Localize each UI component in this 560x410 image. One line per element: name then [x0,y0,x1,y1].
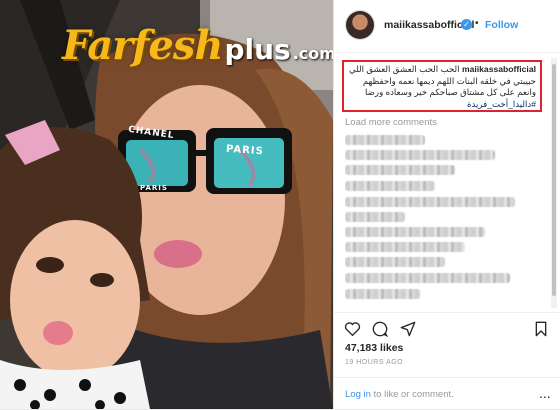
blurred-comments [345,131,539,311]
post-timestamp: 19 HOURS AGO [345,359,404,366]
login-prompt-text: to like or comment. [370,389,454,400]
login-link[interactable]: Log in [345,389,371,400]
watermark-part-3: .com [292,44,333,63]
post-side-panel: maiikassabofficial ✓ • Follow maiikassab… [333,0,560,409]
avatar[interactable] [346,11,374,39]
lens-text-small: PARIS [140,184,168,192]
share-icon[interactable] [400,321,416,337]
verified-badge-icon: ✓ [461,19,472,30]
likes-count[interactable]: 47,183 likes [345,342,403,354]
caption-emoji: ❤□□□□ [508,110,536,112]
watermark-part-1: Farfesh [62,22,223,69]
heart-icon[interactable] [344,321,361,336]
post-photo[interactable]: CHANEL PARIS PARIS Farfeshplus .com [0,0,333,409]
child-face [10,220,140,380]
watermark-part-2: plus [224,33,291,66]
child-lips [43,321,73,345]
follow-button[interactable]: Follow [485,19,518,31]
watermark-logo: Farfeshplus .com [62,22,333,69]
bookmark-icon[interactable] [534,321,548,337]
post-caption: maiikassabofficial الحب الحب العشق العشق… [342,60,542,112]
comment-icon[interactable] [372,321,388,337]
comment-login-prompt: Log in to like or comment. [345,389,454,400]
action-bar [334,312,560,343]
load-more-comments-button[interactable]: Load more comments [345,117,437,128]
caption-hashtag[interactable]: #داليدا_أخت_فريدة [467,99,536,109]
caption-username[interactable]: maiikassabofficial [462,64,536,74]
post-header: maiikassabofficial ✓ • Follow [334,0,560,53]
woman-lips [154,240,202,268]
comment-login-bar: Log in to like or comment. ... [334,377,560,410]
more-options-icon[interactable]: ... [539,385,551,401]
instagram-post: CHANEL PARIS PARIS Farfeshplus .com maiik… [0,0,560,409]
comments-scrollbar[interactable] [551,58,557,308]
header-separator: • [475,18,479,29]
